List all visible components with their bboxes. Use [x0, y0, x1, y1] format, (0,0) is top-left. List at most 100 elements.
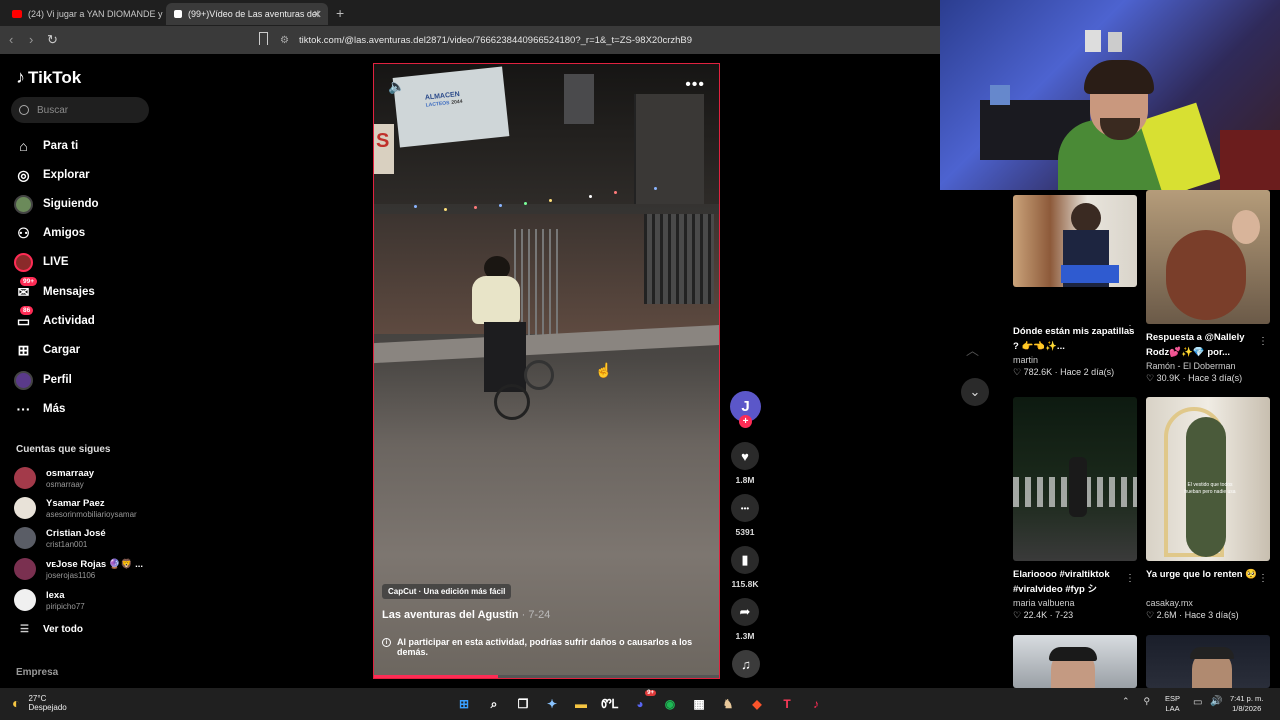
- sidebar-item-perfil[interactable]: Perfil: [14, 369, 72, 391]
- volume-icon[interactable]: 🔈: [388, 78, 405, 95]
- browser-tab-active[interactable]: (99+)Vídeo de Las aventuras del ✕: [166, 3, 328, 25]
- forward-button[interactable]: ›: [29, 32, 33, 47]
- home-icon: ⌂: [19, 138, 28, 154]
- account-name: osmarraay: [46, 467, 95, 479]
- sidebar-item-siguiendo[interactable]: Siguiendo: [14, 193, 99, 215]
- recommended-video-card[interactable]: [1146, 635, 1270, 688]
- sidebar-item-live[interactable]: LIVE: [14, 251, 69, 273]
- recommended-video-card[interactable]: Respuesta a @Nallely Rodz💕✨💎 por... ⋮ Ra…: [1146, 190, 1270, 384]
- sidebar-item-mas[interactable]: ··· Más: [14, 398, 66, 420]
- recommended-video-card[interactable]: Elarioooo #viraltiktok #viralvideo #fyp …: [1013, 397, 1137, 621]
- activity-icon: ▭ 86: [14, 305, 34, 331]
- followed-account[interactable]: lexa piripicho77: [14, 586, 85, 614]
- recommended-video-card[interactable]: [1013, 635, 1137, 688]
- comment-action[interactable]: ••• 5391: [728, 494, 762, 537]
- like-action[interactable]: ♥ 1.8M: [728, 442, 762, 485]
- share-icon: ➦: [731, 598, 759, 626]
- video-player[interactable]: ALMACEN LACTEOS 2044 S 🔈 ••• CapCut · Un…: [373, 63, 720, 679]
- discord-icon[interactable]: ◕ 9+: [630, 690, 656, 714]
- brave-icon[interactable]: ◆: [747, 694, 767, 714]
- like-count: ♡ 22.4K: [1013, 610, 1048, 620]
- clock[interactable]: 7:41 p. m. 1/8/2026: [1230, 694, 1263, 714]
- following-heading: Cuentas que sigues: [16, 444, 111, 455]
- avatar: [14, 558, 36, 580]
- share-action[interactable]: ➦ 1.3M: [728, 598, 762, 641]
- app-icon[interactable]: ᏛᏞ: [600, 694, 620, 714]
- sidebar-item-para-ti[interactable]: ⌂ Para ti: [14, 135, 78, 157]
- sidebar-item-mensajes[interactable]: ✉ 99+ Mensajes: [14, 276, 95, 303]
- close-tab-icon[interactable]: ✕: [313, 8, 322, 21]
- bookmark-icon[interactable]: [259, 32, 268, 45]
- volume-tray-icon[interactable]: 🔊: [1210, 696, 1222, 707]
- back-button[interactable]: ‹: [9, 32, 13, 47]
- chevron-up-icon[interactable]: ⌃: [1122, 696, 1130, 707]
- video-author: casakay.mx: [1146, 598, 1193, 608]
- video-thumbnail: [1013, 635, 1137, 688]
- like-count: ♡ 782.6K: [1013, 367, 1053, 377]
- followed-account[interactable]: Ysamar Paez asesorinmobiliarioysamar: [14, 494, 137, 522]
- clock-time: 7:41 p. m.: [1230, 694, 1264, 703]
- sidebar-item-explorar[interactable]: ◎ Explorar: [14, 164, 89, 186]
- follow-plus-button[interactable]: +: [739, 415, 752, 428]
- weather-widget[interactable]: ◐ 27°C Despejado: [12, 694, 67, 712]
- display-icon[interactable]: ▭: [1193, 697, 1202, 708]
- reload-button[interactable]: ↻: [47, 32, 58, 48]
- site-info-icon[interactable]: ⚙: [280, 35, 289, 46]
- sidebar-item-amigos[interactable]: ⚇ Amigos: [14, 222, 85, 244]
- more-options-icon[interactable]: •••: [685, 76, 705, 94]
- recommended-video-card[interactable]: Dónde están mis zapatillas ? 👉👈✨... ⋮ ma…: [1013, 195, 1137, 378]
- video-author: martin: [1013, 355, 1039, 365]
- new-tab-button[interactable]: +: [336, 5, 344, 21]
- app-icon-2[interactable]: ♞: [718, 694, 738, 714]
- video-progress-bar[interactable]: [374, 675, 719, 678]
- copilot-icon[interactable]: ✦: [542, 694, 562, 714]
- clock-date: 1/8/2026: [1232, 704, 1262, 713]
- spotify-icon[interactable]: ◉: [660, 694, 680, 714]
- file-explorer-icon[interactable]: ▬: [571, 694, 591, 714]
- sidebar-item-cargar[interactable]: ⊞ Cargar: [14, 339, 80, 361]
- task-view-icon[interactable]: ❐: [513, 694, 533, 714]
- account-username: crist1an001: [46, 539, 88, 549]
- search-input[interactable]: Buscar: [11, 97, 149, 123]
- network-icon[interactable]: ⚲: [1144, 696, 1151, 707]
- system-tray[interactable]: ⌃ ⚲: [1122, 696, 1150, 707]
- sign-sub: LACTEOS: [425, 100, 450, 109]
- windows-start-icon[interactable]: ⊞: [454, 694, 474, 714]
- see-all-button[interactable]: ☰ Ver todo: [20, 624, 83, 635]
- tiktok-logo-icon: ♪: [16, 67, 25, 87]
- music-disc-icon[interactable]: ♫: [732, 650, 760, 678]
- company-link[interactable]: Empresa: [16, 667, 58, 678]
- more-vertical-icon[interactable]: ⋮: [1125, 573, 1135, 584]
- language-indicator[interactable]: ESP LAA: [1165, 694, 1180, 714]
- string-lights: [374, 187, 719, 219]
- previous-video-button[interactable]: ︿: [966, 340, 979, 359]
- next-video-button[interactable]: ⌄: [961, 378, 989, 406]
- more-vertical-icon[interactable]: ⋮: [1125, 324, 1135, 335]
- video-author[interactable]: Las aventuras del Agustín · 7-24: [382, 609, 550, 621]
- address-bar[interactable]: ⚙ tiktok.com/@las.aventuras.del2871/vide…: [280, 30, 940, 50]
- sidebar-item-label: Amigos: [43, 227, 86, 239]
- followed-account[interactable]: osmarraay osmarraay: [14, 464, 94, 492]
- recommended-video-card[interactable]: El vestido que todos hueban pero nadie u…: [1146, 397, 1270, 621]
- like-count: ♡ 30.9K: [1146, 373, 1181, 383]
- tiktok-icon[interactable]: ♪: [806, 694, 826, 714]
- store-icon[interactable]: ▦: [689, 694, 709, 714]
- share-count: 1.3M: [735, 631, 755, 641]
- followed-account[interactable]: ᴠᴇJose Rojas 🔮🦁 ... joserojas1106: [14, 555, 143, 583]
- safety-warning: i Al participar en esta actividad, podrí…: [382, 637, 712, 657]
- list-icon: ☰: [20, 624, 29, 635]
- moon-weather-icon: ◐: [12, 695, 21, 711]
- capcut-badge[interactable]: CapCut · Una edición más fácil: [382, 584, 512, 599]
- save-action[interactable]: ▮ 115.8K: [728, 546, 762, 589]
- sidebar-item-label: Perfil: [43, 374, 72, 386]
- weather-condition: Despejado: [28, 703, 67, 712]
- video-author: maria valbuena: [1013, 598, 1075, 608]
- followed-account[interactable]: Cristian José crist1an001: [14, 524, 106, 552]
- browser-tab[interactable]: (24) Vi jugar a YAN DIOMANDE y de: [4, 3, 164, 25]
- app-icon-3[interactable]: T: [777, 694, 797, 714]
- search-taskbar-icon[interactable]: ⌕: [484, 694, 504, 714]
- more-vertical-icon[interactable]: ⋮: [1258, 336, 1268, 347]
- tiktok-logo[interactable]: ♪ TikTok: [16, 67, 81, 88]
- sidebar-item-actividad[interactable]: ▭ 86 Actividad: [14, 305, 95, 332]
- more-vertical-icon[interactable]: ⋮: [1258, 573, 1268, 584]
